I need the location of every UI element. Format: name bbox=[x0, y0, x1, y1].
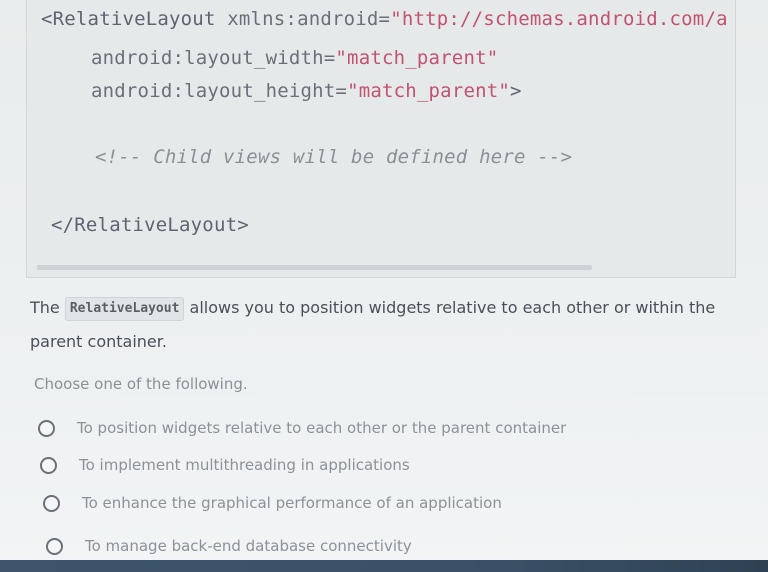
answer-option-label[interactable]: To implement multithreading in applicati… bbox=[79, 456, 410, 474]
code-val-height: "match_parent" bbox=[347, 80, 511, 102]
code-tag-end: > bbox=[510, 80, 522, 102]
code-attr-height: android:layout_height= bbox=[91, 80, 348, 102]
answer-option-label[interactable]: To manage back-end database connectivity bbox=[85, 537, 412, 555]
code-scrollbar[interactable] bbox=[37, 265, 592, 270]
answer-option-2[interactable]: To implement multithreading in applicati… bbox=[40, 456, 410, 474]
answer-option-1[interactable]: To position widgets relative to each oth… bbox=[38, 419, 566, 437]
code-closing-tag: </RelativeLayout> bbox=[51, 214, 249, 236]
question-inline-code: RelativeLayout bbox=[64, 297, 185, 321]
code-attr-width: android:layout_width= bbox=[91, 47, 336, 69]
answer-option-label[interactable]: To enhance the graphical performance of … bbox=[82, 494, 502, 512]
code-val-xmlns: "http://schemas.android.com/a bbox=[390, 8, 728, 30]
quiz-page: <RelativeLayout xmlns:android="http://sc… bbox=[0, 0, 768, 572]
radio-button-icon[interactable] bbox=[46, 537, 63, 555]
radio-button-icon[interactable] bbox=[43, 494, 60, 512]
code-line-1: <RelativeLayout xmlns:android="http://sc… bbox=[41, 8, 728, 30]
radio-button-icon[interactable] bbox=[38, 419, 55, 437]
code-block: <RelativeLayout xmlns:android="http://sc… bbox=[26, 0, 736, 278]
code-comment: <!-- Child views will be defined here --… bbox=[95, 146, 573, 168]
code-line-3: android:layout_height="match_parent"> bbox=[91, 80, 522, 102]
answer-option-3[interactable]: To enhance the graphical performance of … bbox=[43, 494, 502, 512]
bottom-bar bbox=[0, 560, 768, 572]
radio-button-icon[interactable] bbox=[40, 456, 57, 474]
question-prefix: The bbox=[30, 298, 65, 317]
code-line-2: android:layout_width="match_parent" bbox=[91, 47, 498, 69]
code-attr-xmlns: xmlns:android= bbox=[215, 8, 391, 30]
code-tag-open: <RelativeLayout bbox=[41, 8, 216, 30]
code-val-width: "match_parent" bbox=[335, 47, 499, 69]
answer-option-4[interactable]: To manage back-end database connectivity bbox=[46, 537, 412, 555]
question-text: The RelativeLayout allows you to positio… bbox=[30, 291, 730, 359]
answer-option-label[interactable]: To position widgets relative to each oth… bbox=[77, 419, 566, 437]
instruction-text: Choose one of the following. bbox=[34, 375, 248, 393]
